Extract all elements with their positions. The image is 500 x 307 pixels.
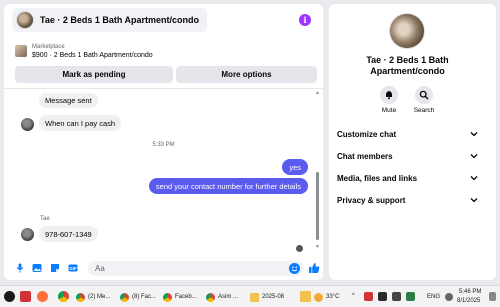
chevron-down-icon (469, 195, 479, 205)
section-customize-chat[interactable]: Customize chat (337, 127, 479, 141)
message-bubble[interactable]: Message sent (39, 93, 98, 108)
clock-date[interactable]: 8/1/2025 (457, 298, 480, 304)
chat-panel: Tae · 2 Beds 1 Bath Apartment/condo i Ma… (4, 4, 323, 280)
message-input[interactable] (88, 261, 278, 276)
weather-widget[interactable]: 33°C (314, 290, 339, 304)
conversation-title: Tae · 2 Beds 1 Bath Apartment/condo (40, 15, 200, 25)
battery-icon[interactable] (406, 292, 415, 301)
timestamp: 5:33 PM (152, 142, 175, 148)
chrome-icon (163, 292, 172, 302)
sticker-icon[interactable] (50, 263, 60, 273)
mute-label: Mute (381, 107, 397, 114)
message-input-box[interactable] (88, 261, 304, 276)
conversation-title-button[interactable]: Tae · 2 Beds 1 Bath Apartment/condo (12, 8, 208, 32)
sender-name: Tae (40, 216, 50, 222)
chrome-icon (206, 292, 215, 302)
weather-icon (314, 292, 323, 302)
seen-indicator (296, 245, 303, 252)
taskbar-item[interactable]: Faceb... (163, 290, 197, 304)
chevron-down-icon (469, 173, 479, 183)
tray-app-icon[interactable] (392, 292, 401, 301)
scroll-up-arrow[interactable]: ▲ (315, 90, 320, 96)
listing-thumbnail[interactable] (15, 45, 27, 57)
message-bubble[interactable]: 978-607-1349 (39, 226, 98, 242)
chevron-down-icon (469, 129, 479, 139)
chevron-down-icon (469, 151, 479, 161)
taskbar-item[interactable]: (2) Me... (76, 290, 110, 304)
language-indicator[interactable]: ENG (427, 294, 440, 300)
chrome-icon[interactable] (58, 291, 69, 302)
taskbar-item[interactable]: (8) Fac... (120, 290, 156, 304)
section-media-files-links[interactable]: Media, files and links (337, 171, 479, 185)
search-icon (415, 86, 433, 104)
tray-app-icon[interactable] (378, 292, 387, 301)
section-privacy-support[interactable]: Privacy & support (337, 193, 479, 207)
section-label: Chat members (337, 151, 393, 161)
section-label: Privacy & support (337, 195, 406, 205)
taskbar-item[interactable]: 2025-08 (250, 290, 284, 304)
search-button[interactable]: Search (404, 86, 444, 114)
conversation-info-panel: Tae · 2 Beds 1 Bath Apartment/condo Mute… (329, 4, 496, 280)
message-bubble[interactable]: send your contact number for further det… (148, 178, 308, 194)
image-icon[interactable] (32, 263, 42, 273)
scroll-down-arrow[interactable]: ▼ (315, 244, 320, 250)
mark-as-pending-button[interactable]: Mark as pending (15, 66, 173, 83)
widget-icon[interactable] (4, 291, 15, 302)
tray-app-icon[interactable] (364, 292, 373, 301)
avatar[interactable] (21, 118, 34, 131)
emoji-icon[interactable] (289, 263, 300, 274)
message-bubble[interactable]: When can I pay cash (39, 115, 122, 131)
info-icon[interactable]: i (299, 14, 311, 26)
clock-time[interactable]: 5:46 PM (459, 289, 481, 295)
taskbar-item[interactable]: Asim ... (206, 290, 238, 304)
tray-chevron-icon[interactable]: ^ (352, 293, 355, 299)
firefox-icon[interactable] (37, 291, 48, 302)
avatar (16, 11, 34, 29)
avatar[interactable] (389, 13, 425, 49)
marketplace-label: Marketplace (32, 44, 65, 50)
section-chat-members[interactable]: Chat members (337, 149, 479, 163)
gif-icon[interactable]: GIF (68, 263, 78, 273)
microphone-icon[interactable] (15, 263, 25, 273)
app-icon[interactable] (20, 291, 31, 302)
search-label: Search (413, 107, 435, 114)
message-composer: GIF (4, 257, 323, 280)
marketplace-listing: Marketplace $900 · 2 Beds 1 Bath Apartme… (4, 40, 323, 86)
folder-icon (250, 292, 259, 302)
notification-icon[interactable] (489, 292, 496, 301)
section-label: Customize chat (337, 129, 397, 139)
chat-header: Tae · 2 Beds 1 Bath Apartment/condo i (4, 4, 323, 36)
section-label: Media, files and links (337, 173, 418, 183)
message-bubble[interactable]: yes (282, 159, 308, 175)
more-options-button[interactable]: More options (176, 66, 317, 83)
like-icon[interactable] (308, 262, 320, 274)
chrome-icon (120, 292, 129, 302)
avatar[interactable] (21, 228, 34, 241)
folder-icon[interactable] (300, 291, 311, 302)
info-title: Tae · 2 Beds 1 Bath Apartment/condo (366, 55, 449, 76)
message-list: Message sent When can I pay cash 5:33 PM… (4, 89, 323, 257)
mute-button[interactable]: Mute (369, 86, 409, 114)
chrome-icon (76, 292, 85, 302)
wifi-icon[interactable] (445, 293, 453, 301)
taskbar: (2) Me... (8) Fac... Faceb... Asim ... 2… (0, 285, 500, 307)
scrollbar-thumb[interactable] (316, 172, 319, 240)
bell-icon (380, 86, 398, 104)
svg-text:GIF: GIF (69, 266, 77, 271)
listing-price[interactable]: $900 · 2 Beds 1 Bath Apartment/condo (32, 52, 153, 59)
